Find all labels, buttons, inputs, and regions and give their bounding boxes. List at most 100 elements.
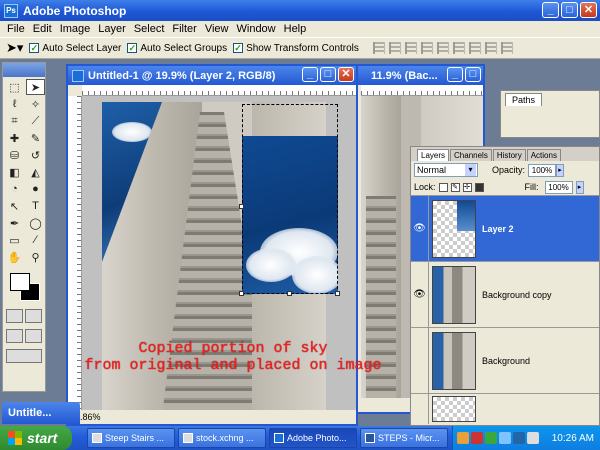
- menu-image[interactable]: Image: [56, 23, 95, 35]
- tray-icon[interactable]: [513, 432, 525, 444]
- marquee-tool-icon[interactable]: ⬚: [5, 79, 24, 95]
- start-button[interactable]: start: [0, 426, 72, 450]
- close-button[interactable]: ✕: [580, 2, 597, 18]
- align-right-icon[interactable]: [452, 42, 465, 54]
- fill-input[interactable]: 100%: [544, 180, 573, 194]
- align-left-icon[interactable]: [420, 42, 433, 54]
- lock-image-icon[interactable]: ✎: [450, 182, 460, 192]
- task-steep-stairs[interactable]: Steep Stairs ...: [87, 428, 175, 448]
- move-arrow-icon[interactable]: ➤▾: [6, 40, 23, 56]
- transform-handle[interactable]: [335, 291, 340, 296]
- standard-mode-icon[interactable]: [6, 309, 23, 323]
- history-brush-tool-icon[interactable]: ↺: [26, 147, 45, 163]
- shape-tool-icon[interactable]: ◯: [26, 215, 45, 231]
- full-screen-mode-icon[interactable]: [25, 329, 42, 343]
- tray-icon[interactable]: [457, 432, 469, 444]
- blur-tool-icon[interactable]: ◔: [5, 181, 24, 197]
- tab-actions[interactable]: Actions: [526, 149, 561, 161]
- eraser-tool-icon[interactable]: ◧: [5, 164, 24, 180]
- pen-tool-icon[interactable]: ✒: [5, 215, 24, 231]
- hand-tool-icon[interactable]: ✋: [5, 249, 24, 265]
- doc-close-button[interactable]: ✕: [338, 67, 354, 82]
- eye-hidden-icon[interactable]: [411, 393, 429, 424]
- layer-row-background[interactable]: Background: [411, 327, 599, 394]
- task-stock-xchng[interactable]: stock.xchng ...: [178, 428, 266, 448]
- tab-history[interactable]: History: [492, 149, 526, 161]
- distribute-center-icon[interactable]: [484, 42, 497, 54]
- copied-sky-layer[interactable]: [242, 136, 338, 294]
- clock[interactable]: 10:26 AM: [552, 433, 594, 444]
- minimize-button[interactable]: _: [542, 2, 559, 18]
- tab-layers[interactable]: Layers: [417, 149, 450, 161]
- opacity-arrow-icon[interactable]: ▸: [556, 163, 565, 177]
- opacity-input[interactable]: 100%: [528, 163, 557, 177]
- task-steps-word[interactable]: STEPS - Micr...: [360, 428, 448, 448]
- foreground-color-swatch[interactable]: [10, 273, 30, 291]
- minimized-document[interactable]: Untitle...: [2, 402, 80, 424]
- menu-window[interactable]: Window: [233, 23, 280, 35]
- maximize-button[interactable]: □: [561, 2, 578, 18]
- menu-filter[interactable]: Filter: [168, 23, 200, 35]
- menu-select[interactable]: Select: [130, 23, 169, 35]
- document-back-title: 11.9% (Bac...: [371, 69, 438, 82]
- lasso-tool-icon[interactable]: ℓ: [5, 96, 24, 112]
- task-adobe-photoshop[interactable]: Adobe Photo...: [269, 428, 357, 448]
- lock-all-icon[interactable]: [474, 182, 484, 192]
- color-swatches[interactable]: [6, 271, 42, 305]
- auto-select-groups-checkbox[interactable]: ✓ Auto Select Groups: [127, 43, 227, 54]
- lock-transparency-icon[interactable]: [438, 182, 448, 192]
- jump-to-imageready-icon[interactable]: [6, 349, 42, 363]
- type-tool-icon[interactable]: T: [26, 198, 45, 214]
- doc-minimize-button[interactable]: _: [302, 67, 318, 82]
- paint-bucket-tool-icon[interactable]: ◭: [26, 164, 45, 180]
- menu-layer[interactable]: Layer: [94, 23, 130, 35]
- quick-mask-mode-icon[interactable]: [25, 309, 42, 323]
- distribute-bottom-icon[interactable]: [500, 42, 513, 54]
- healing-brush-tool-icon[interactable]: ✚: [5, 130, 24, 146]
- crop-tool-icon[interactable]: ⌗: [5, 113, 24, 129]
- transform-handle[interactable]: [287, 291, 292, 296]
- dodge-tool-icon[interactable]: ●: [26, 181, 45, 197]
- menu-edit[interactable]: Edit: [29, 23, 56, 35]
- magic-wand-tool-icon[interactable]: ✧: [26, 96, 45, 112]
- menu-help[interactable]: Help: [280, 23, 311, 35]
- zoom-tool-icon[interactable]: ⚲: [26, 249, 45, 265]
- layer-row-partial[interactable]: [411, 393, 599, 424]
- eye-icon[interactable]: 👁: [411, 195, 429, 262]
- transform-handle[interactable]: [239, 204, 244, 209]
- doc-back-maximize-button[interactable]: □: [465, 67, 481, 82]
- path-selection-tool-icon[interactable]: ↖: [5, 198, 24, 214]
- slice-tool-icon[interactable]: ⟋: [26, 113, 45, 129]
- tab-channels[interactable]: Channels: [450, 149, 492, 161]
- menu-view[interactable]: View: [201, 23, 233, 35]
- tray-icon[interactable]: [499, 432, 511, 444]
- screen-mode-icon[interactable]: [6, 329, 23, 343]
- move-tool-icon[interactable]: ➤: [26, 79, 45, 95]
- doc-maximize-button[interactable]: □: [320, 67, 336, 82]
- eye-icon[interactable]: 👁: [411, 261, 429, 328]
- blend-mode-select[interactable]: Normal: [414, 163, 478, 177]
- clone-stamp-tool-icon[interactable]: ⛁: [5, 147, 24, 163]
- brush-tool-icon[interactable]: ✎: [26, 130, 45, 146]
- show-transform-controls-checkbox[interactable]: ✓ Show Transform Controls: [233, 43, 359, 54]
- lock-position-icon[interactable]: ✢: [462, 182, 472, 192]
- speaker-icon[interactable]: [527, 432, 539, 444]
- align-bottom-icon[interactable]: [404, 42, 417, 54]
- doc-back-minimize-button[interactable]: _: [447, 67, 463, 82]
- auto-select-layer-checkbox[interactable]: ✓ Auto Select Layer: [29, 43, 121, 54]
- align-hcenter-icon[interactable]: [436, 42, 449, 54]
- align-vcenter-icon[interactable]: [388, 42, 401, 54]
- tray-icon[interactable]: [471, 432, 483, 444]
- layer-thumbnail: [432, 395, 476, 422]
- tray-icon[interactable]: [485, 432, 497, 444]
- eyedropper-tool-icon[interactable]: ⁄: [26, 232, 45, 248]
- tab-paths[interactable]: Paths: [505, 93, 543, 106]
- fill-arrow-icon[interactable]: ▸: [575, 180, 584, 194]
- layer-row-layer-2[interactable]: 👁 Layer 2: [411, 195, 599, 262]
- menu-file[interactable]: File: [3, 23, 29, 35]
- distribute-top-icon[interactable]: [468, 42, 481, 54]
- layer-row-background-copy[interactable]: 👁 Background copy: [411, 261, 599, 328]
- notes-tool-icon[interactable]: ▭: [5, 232, 24, 248]
- transform-handle[interactable]: [239, 291, 244, 296]
- align-top-icon[interactable]: [372, 42, 385, 54]
